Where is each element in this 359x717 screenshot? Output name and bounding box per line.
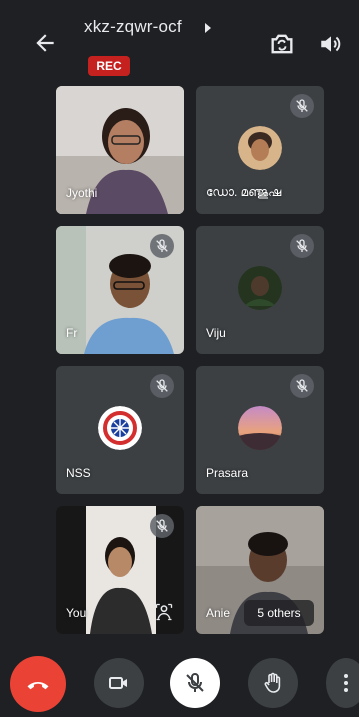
avatar [238, 406, 282, 450]
mic-off-icon [156, 519, 168, 532]
hand-icon [264, 672, 281, 693]
participant-name: NSS [66, 466, 91, 480]
participant-name: Anie [206, 606, 231, 620]
participant-name: Fr [66, 326, 78, 340]
participant-tile[interactable]: NSS [56, 366, 184, 494]
participant-name: You [66, 606, 87, 620]
muted-indicator [150, 234, 174, 258]
avatar [238, 266, 282, 310]
participant-tile[interactable]: ഡോ. മഞ്ജുഷ [196, 86, 324, 214]
participant-tile[interactable]: Fr [56, 226, 184, 354]
others-count-badge[interactable]: 5 others [244, 600, 314, 626]
avatar [238, 126, 282, 170]
participant-name: Prasara [206, 466, 249, 480]
mic-off-icon [296, 99, 308, 112]
back-arrow-icon[interactable] [32, 30, 58, 56]
more-options-button[interactable] [326, 658, 359, 708]
participant-name: ഡോ. മഞ്ജുഷ [206, 185, 282, 199]
mic-off-icon [186, 672, 204, 692]
muted-indicator [150, 514, 174, 538]
mic-off-icon [156, 379, 168, 392]
mic-off-icon [296, 379, 308, 392]
participant-name: Jyothi [66, 186, 98, 200]
end-call-button[interactable] [10, 656, 66, 712]
mic-off-icon [156, 239, 168, 252]
top-bar: xkz-zqwr-ocf REC [0, 0, 359, 82]
recording-badge: REC [88, 56, 130, 76]
camera-button[interactable] [94, 658, 144, 708]
participant-tile[interactable]: Viju [196, 226, 324, 354]
more-vert-icon [344, 674, 348, 692]
participant-tile[interactable]: You [56, 506, 184, 634]
hang-up-icon [27, 681, 49, 690]
microphone-button[interactable] [170, 658, 220, 708]
muted-indicator [290, 234, 314, 258]
muted-indicator [290, 374, 314, 398]
raise-hand-button[interactable] [248, 658, 298, 708]
call-controls [0, 650, 359, 717]
background-effects-icon[interactable] [154, 602, 174, 622]
mic-off-icon [296, 239, 308, 252]
participant-name: Viju [206, 326, 226, 340]
participant-tile[interactable]: Jyothi [56, 86, 184, 214]
meeting-code[interactable]: xkz-zqwr-ocf [84, 17, 182, 37]
video-camera-icon [109, 677, 127, 689]
caret-right-icon[interactable] [203, 22, 213, 34]
participant-tile[interactable]: Prasara [196, 366, 324, 494]
switch-camera-icon[interactable] [268, 30, 296, 58]
nss-logo [98, 406, 142, 450]
speaker-icon[interactable] [318, 31, 344, 57]
muted-indicator [150, 374, 174, 398]
muted-indicator [290, 94, 314, 118]
